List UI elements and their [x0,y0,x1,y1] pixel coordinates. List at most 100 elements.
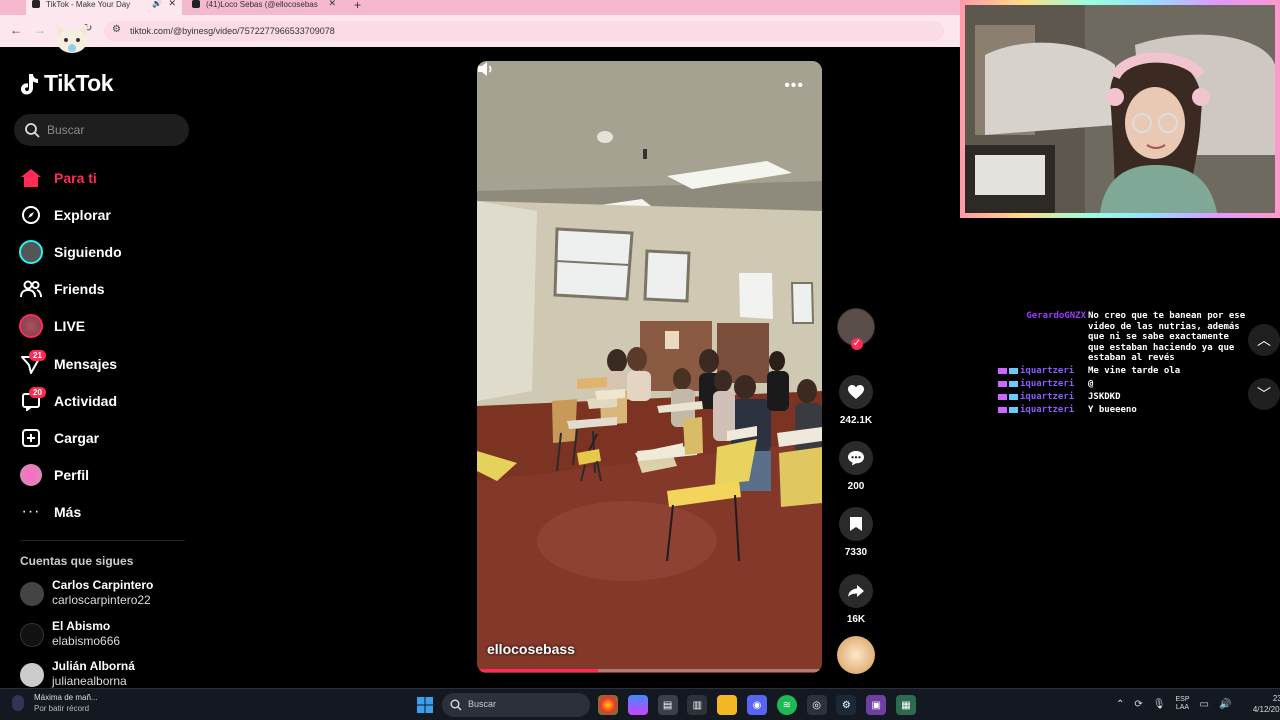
live-icon [18,313,44,339]
network-icon[interactable]: ▭ [1200,699,1209,710]
chat-text: No creo que te banean por ese video de l… [1088,311,1246,363]
app-icon[interactable]: ▥ [687,695,708,715]
nav-item-perfil[interactable]: Perfil [18,457,198,494]
video-player[interactable]: ••• ellocosebass [477,61,822,673]
nav-item-cargar[interactable]: Cargar [18,419,198,456]
music-disc-button[interactable] [834,636,878,674]
friends-icon [18,276,44,302]
clock-date: 4/12/202 [1252,705,1280,714]
close-tab-icon[interactable]: ✕ [328,0,336,8]
browser-tab-locosebas[interactable]: (41)Loco Sebas (@ellocosebas ✕ [186,0,342,15]
share-icon [839,574,873,608]
nav-item-live[interactable]: LIVE [18,308,198,345]
clock-time: 23: [1272,694,1280,703]
nav-label: Cargar [54,429,100,446]
share-button[interactable]: 16K [834,574,878,625]
followed-account[interactable]: El Abismo elabismo666 [20,619,190,651]
back-arrow-icon[interactable]: ← [10,23,22,37]
followed-account[interactable]: Carlos Carpintero carloscarpintero22 [20,578,190,610]
microphone-icon[interactable]: 🎙 [1153,699,1166,710]
follow-plus-icon[interactable]: ✓ [851,338,863,350]
volume-icon[interactable]: 🔊 [1219,699,1231,710]
nav-label: Para ti [54,169,97,186]
chrome-icon[interactable] [598,695,618,715]
volume-icon[interactable] [477,61,495,77]
nav-label: Explorar [54,206,111,223]
nav-item-para-ti[interactable]: Para ti [18,159,198,196]
tiktok-logo[interactable]: TikTok [20,70,114,97]
speaker-icon[interactable]: 🔊 [152,0,162,8]
windows-start-icon[interactable] [417,697,433,713]
nav-item-mensajes[interactable]: 21 Mensajes [18,345,198,382]
previous-video-button[interactable]: ︿ [1248,324,1280,356]
system-tray: ⌃ ⟳ 🎙 ESP LAA ▭ 🔊 [1116,696,1231,712]
discord-icon[interactable]: ◉ [746,695,767,715]
tab-title: TikTok - Make Your Day [46,0,131,9]
followed-account[interactable]: Julián Alborná julianealborna [20,659,190,691]
copilot-icon[interactable] [627,695,648,715]
chat-message: iquartzeri @ [998,379,1248,390]
like-button[interactable]: 242.1K [834,375,878,426]
chat-message: iquartzeri Y bueeeno [998,405,1248,416]
more-icon: ··· [21,503,41,521]
nav-item-siguiendo[interactable]: Siguiendo [18,233,198,270]
video-author[interactable]: ellocosebass [487,641,575,657]
chat-username: iquartzeri [1020,366,1075,376]
chat-text: JSKDKD [1088,392,1121,402]
nav-item-explorar[interactable]: Explorar [18,196,198,233]
system-clock[interactable]: 23: 4/12/202 [1236,693,1280,715]
taskbar-search[interactable]: Buscar [442,693,590,717]
home-icon [18,165,44,191]
like-count: 242.1K [839,415,873,426]
browser-tab-tiktok[interactable]: TikTok - Make Your Day 🔊 ✕ [26,0,182,15]
new-tab-icon[interactable]: + [354,0,361,12]
account-handle: julianealborna [52,674,127,688]
next-video-button[interactable]: ﹀ [1248,378,1280,410]
nav-item-actividad[interactable]: 20 Actividad [18,382,198,419]
windows-taskbar: Máxima de mañ... Por batir récord Buscar… [0,688,1280,720]
steam-icon[interactable]: ⚙ [836,695,857,715]
nav-label: Más [54,504,82,521]
nav-item-mas[interactable]: ··· Más [18,494,198,531]
chat-badge-icon [1009,380,1018,387]
language-indicator[interactable]: ESP LAA [1175,696,1189,712]
spotify-icon[interactable]: ≋ [776,695,797,715]
creator-avatar-button[interactable]: ✓ [834,308,878,350]
app-icon[interactable]: ▣ [866,695,887,715]
inbox-icon: 20 [18,386,46,414]
forward-arrow-icon[interactable]: → [34,23,46,37]
save-button[interactable]: 7330 [834,507,878,558]
chevron-up-icon: ︿ [1257,332,1271,348]
url-text: tiktok.com/@byinesg/video/75722779665337… [130,26,335,36]
creator-avatar: ✓ [837,308,875,350]
chat-badge-icon [998,406,1007,413]
profile-avatar-icon [18,462,44,488]
url-bar[interactable]: ⚙ tiktok.com/@byinesg/video/757227796653… [104,21,944,41]
comment-button[interactable]: 200 [834,441,878,492]
thermometer-icon [12,695,24,711]
sync-icon[interactable]: ⟳ [1134,699,1142,710]
app-icon[interactable]: ▤ [657,695,678,715]
calculator-icon[interactable]: ▦ [895,695,916,715]
search-icon [450,699,462,711]
account-name: Julián Alborná [52,659,135,673]
video-more-options-icon[interactable]: ••• [784,78,804,94]
weather-title: Máxima de mañ... [34,693,98,702]
folder-icon[interactable] [717,695,738,715]
video-progress-fill [477,669,598,672]
obs-icon[interactable]: ◎ [806,695,827,715]
search-input[interactable]: Buscar [14,114,189,146]
close-tab-icon[interactable]: ✕ [168,0,176,8]
chat-badge-icon [1009,367,1018,374]
chat-badge-icon [998,367,1007,374]
search-icon [25,123,40,138]
nav-item-friends[interactable]: Friends [18,271,198,308]
comment-count: 200 [847,481,865,492]
chat-username: iquartzeri [1020,392,1075,402]
video-progress-bar[interactable] [477,669,822,672]
tiktok-favicon-icon [192,0,200,8]
chevron-up-icon[interactable]: ⌃ [1116,699,1124,710]
nav-label: Perfil [54,467,90,484]
site-settings-icon[interactable]: ⚙ [112,24,121,35]
chat-badge-icon [1009,406,1018,413]
